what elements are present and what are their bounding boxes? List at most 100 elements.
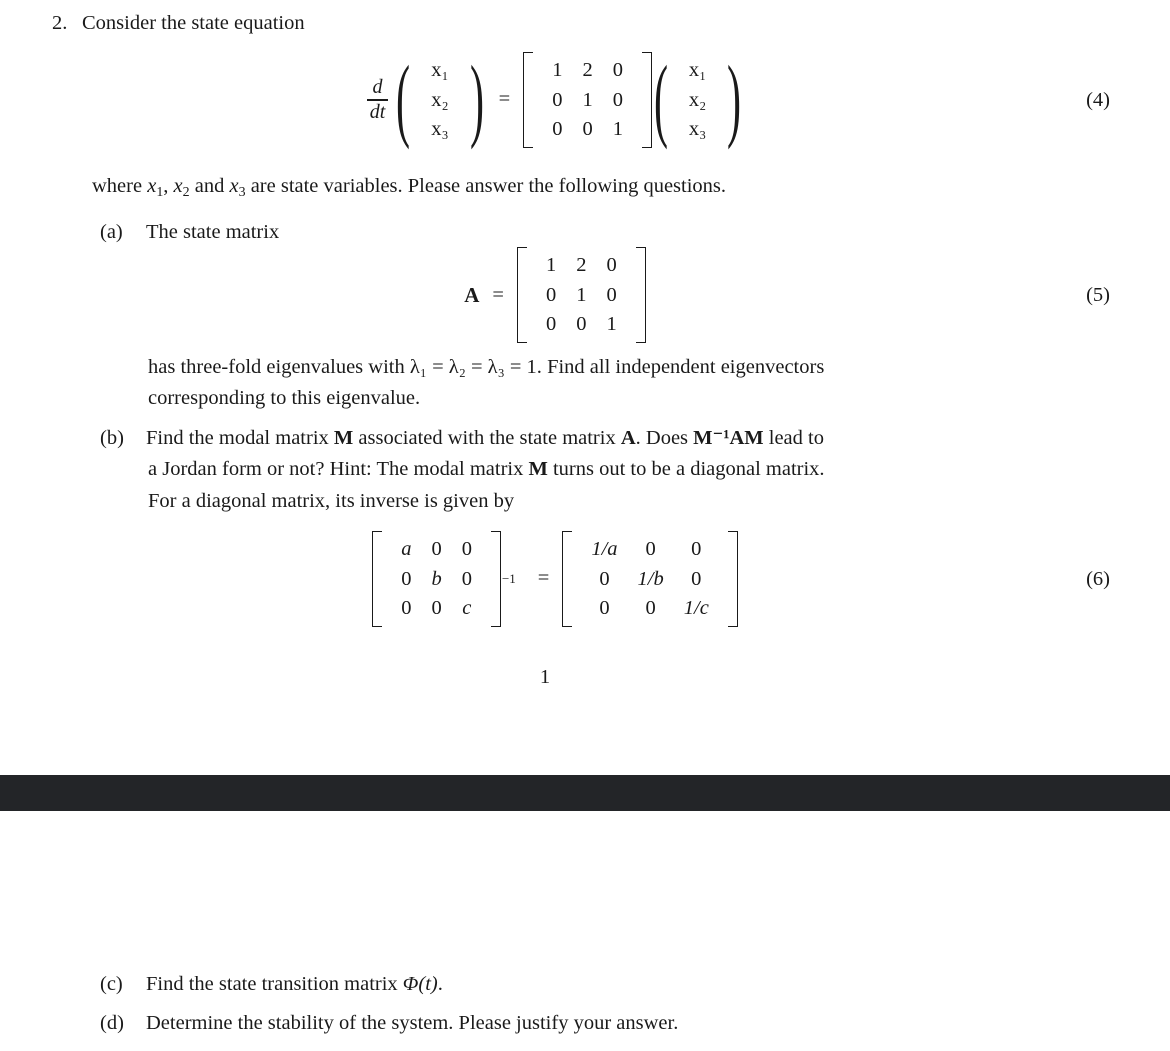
similarity-transform-expression: M⁻¹AM [693,427,764,449]
part-d-label: (d) [100,1012,124,1034]
state-vector-rhs: ( x₁ x₂ x₃ ) [652,52,743,148]
system-matrix: 1 2 0 0 1 0 0 0 1 [523,52,652,148]
page-number: 1 [539,666,551,688]
part-b-line1-d: lead to [763,427,824,449]
matrix-cell: 1 [612,118,623,141]
variable-x3-subscript: 3 [238,184,246,200]
separator: , [163,175,174,197]
matrix-cell: 2 [582,58,593,81]
part-c: (c) Find the state transition matrix Φ(t… [100,970,1000,1000]
equation-number-6: (6) [1086,567,1110,590]
matrix-A: 1 2 0 0 1 0 0 0 1 [516,247,646,343]
matrix-cell: a [401,537,412,560]
part-b-line1-c: . Does [635,427,694,449]
document-page: 2. Consider the state equation d dt ( x₁ … [0,0,1170,1051]
part-b: (b) Find the modal matrix M associated w… [100,424,1065,454]
problem-stem: Consider the state equation [82,12,305,34]
matrix-cell: 0 [645,537,656,560]
where-prefix: where [92,175,148,197]
left-bracket [562,531,573,627]
diagonal-matrix-abc: a 0 0 0 b 0 0 0 c −1 [372,531,516,627]
matrix-cell: 0 [691,537,702,560]
part-a-continuation-line2: corresponding to this eigenvalue. [148,384,1063,414]
matrix-cell: 0 [599,567,610,590]
left-bracket [372,531,383,627]
derivative-operator: d dt [366,76,389,123]
equals-sign: = [537,567,550,590]
inverse-exponent: −1 [501,570,516,586]
where-line: where x1, x2 and x3 are state variables.… [92,172,1042,203]
right-paren: ) [469,46,484,151]
state-transition-matrix-symbol: Φ(t) [402,973,438,995]
matrix-cell: 1 [582,88,593,111]
matrix-cell: x₁ [431,58,449,81]
matrix-cell: 0 [576,313,587,336]
state-vector-lhs: ( x₁ x₂ x₃ ) [394,52,485,148]
matrix-cell: 1/b [637,567,664,590]
where-suffix: are state variables. Please answer the f… [245,175,727,197]
part-c-text-pre: Find the state transition matrix [146,973,403,995]
equals-sign: = [492,283,504,306]
matrix-cell: 1 [606,313,617,336]
eigenvalue-text-line2: corresponding to this eigenvalue. [148,387,421,409]
matrix-cell: 1 [552,58,563,81]
part-b-line3: For a diagonal matrix, its inverse is gi… [148,487,1068,517]
part-b-text: Find the modal matrix M associated with … [146,424,1065,454]
left-bracket [516,247,527,343]
matrix-cell: 0 [461,567,472,590]
matrix-cell: 0 [582,118,593,141]
equation-state-equation: d dt ( x₁ x₂ x₃ ) = 1 2 0 0 1 0 0 0 1 (… [0,52,1170,148]
part-a-continuation: has three-fold eigenvalues with λ₁ = λ₂ … [148,353,1063,383]
part-a-label: (a) [100,221,123,243]
matrix-cell: 0 [401,567,412,590]
modal-matrix-symbol: M [528,458,548,480]
eigenvalue-text-pre: has three-fold eigenvalues with [148,356,410,378]
matrix-cell: 0 [431,537,442,560]
matrix-cell: 0 [612,58,623,81]
part-b-line1-b: associated with the state matrix [353,427,621,449]
modal-matrix-symbol: M [333,427,354,449]
equals-sign: = [498,88,511,111]
matrix-cell: x₁ [688,58,707,81]
eigenvalue-expression: λ₁ = λ₂ = λ₃ = 1. [409,356,542,378]
diagonal-matrix-inverse: 1/a 0 0 0 1/b 0 0 0 1/c [562,531,738,627]
part-b-line2-b: turns out to be a diagonal matrix. [547,458,825,480]
left-bracket [523,52,534,148]
derivative-denominator: dt [369,100,386,123]
matrix-cell: x₂ [688,88,707,111]
variable-x2: x [173,175,183,197]
part-d: (d) Determine the stability of the syste… [100,1009,1000,1039]
left-paren: ( [653,46,668,151]
matrix-cell: 0 [431,597,442,620]
eigenvalue-text-post: Find all independent eigenvectors [541,356,825,378]
part-c-label: (c) [100,973,123,995]
derivative-numerator: d [372,76,383,99]
dark-band-artifact [0,775,1170,811]
matrix-cell: 1 [545,253,557,276]
matrix-cell: x₃ [688,118,707,141]
left-paren: ( [396,46,411,151]
matrix-cell: 0 [545,283,557,306]
part-b-label: (b) [100,427,124,449]
matrix-cell: 1 [576,283,587,306]
state-matrix-symbol: A [620,427,636,449]
part-b-line3-text: For a diagonal matrix, its inverse is gi… [148,490,515,512]
part-a-intro-text: The state matrix [146,221,280,243]
variable-x1: x [147,175,157,197]
matrix-cell: 1/a [591,537,618,560]
matrix-cell: 0 [545,313,557,336]
equation-number-5: (5) [1086,283,1110,306]
part-b-line2: a Jordan form or not? Hint: The modal ma… [148,455,1068,485]
part-b-line2-a: a Jordan form or not? Hint: The modal ma… [148,458,529,480]
part-c-text-post: . [437,973,443,995]
matrix-label-A: A [464,282,480,307]
equation-number-4: (4) [1086,88,1110,111]
matrix-cell: b [431,567,442,590]
matrix-cell: 2 [576,253,587,276]
equation-state-matrix: A = 1 2 0 0 1 0 0 0 1 (5) [0,247,1170,343]
variable-x3: x [229,175,239,197]
separator: and [189,175,230,197]
equation-diagonal-inverse: a 0 0 0 b 0 0 0 c −1 = 1/a 0 0 0 1/b 0 0… [0,525,1170,633]
part-c-text: Find the state transition matrix Φ(t). [146,970,1000,1000]
right-bracket [490,531,501,627]
